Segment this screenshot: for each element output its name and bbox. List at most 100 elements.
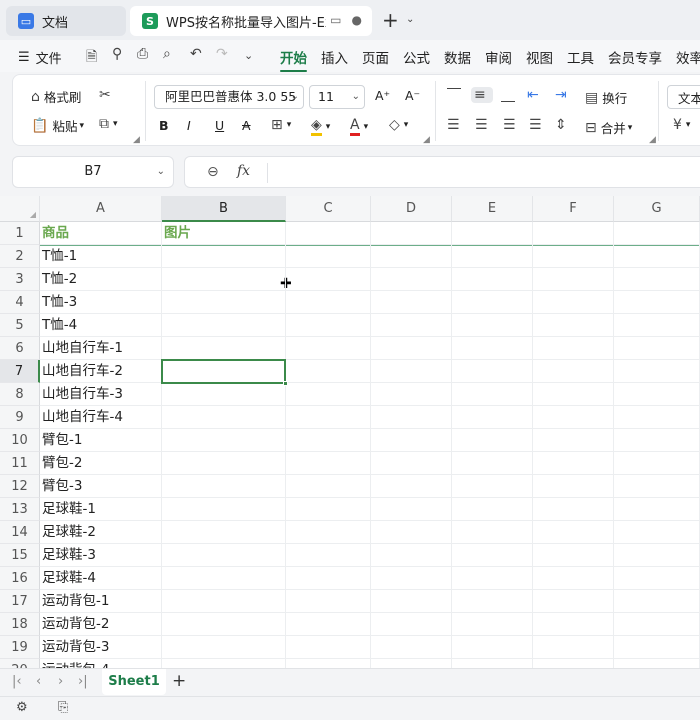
table-cell[interactable]: 图片 <box>162 222 286 245</box>
tab-page[interactable]: 页面 <box>362 47 389 67</box>
table-cell[interactable] <box>371 291 452 314</box>
table-cell[interactable] <box>452 567 533 590</box>
table-cell[interactable] <box>371 521 452 544</box>
table-cell[interactable] <box>614 222 700 245</box>
tab-menu-chevron-down-icon[interactable]: ⌄ <box>406 14 414 25</box>
table-cell[interactable] <box>162 498 286 521</box>
print-preview-icon[interactable]: ⌕ <box>163 46 171 62</box>
table-cell[interactable] <box>371 567 452 590</box>
table-cell[interactable]: 足球鞋-2 <box>40 521 162 544</box>
paste-button[interactable]: 📋 粘贴 ▾ <box>31 116 84 135</box>
quick-access-chevron-down-icon[interactable]: ⌄ <box>244 49 253 62</box>
table-cell[interactable] <box>452 590 533 613</box>
table-cell[interactable] <box>286 222 371 245</box>
table-cell[interactable] <box>614 429 700 452</box>
table-cell[interactable] <box>286 567 371 590</box>
row-header[interactable]: 8 <box>0 383 40 406</box>
clipboard-dialog-launcher-icon[interactable]: ◢ <box>133 135 140 145</box>
tab-efficiency[interactable]: 效率 <box>676 47 700 67</box>
format-painter-button[interactable]: ⌂ 格式刷 <box>31 87 81 106</box>
table-cell[interactable] <box>614 337 700 360</box>
row-header[interactable]: 12 <box>0 475 40 498</box>
undo-icon[interactable]: ↶ <box>190 46 202 62</box>
table-cell[interactable] <box>614 636 700 659</box>
table-cell[interactable] <box>162 475 286 498</box>
table-cell[interactable] <box>371 406 452 429</box>
file-menu[interactable]: 文件 <box>36 48 62 67</box>
row-header[interactable]: 2 <box>0 245 40 268</box>
number-format-select[interactable]: 文本 <box>667 85 700 109</box>
table-cell[interactable] <box>452 268 533 291</box>
table-cell[interactable] <box>533 567 614 590</box>
table-cell[interactable] <box>452 613 533 636</box>
sheet-view-icon[interactable]: ⎘ <box>58 700 68 715</box>
share-icon[interactable]: ⚲ <box>112 46 122 62</box>
table-cell[interactable] <box>286 521 371 544</box>
row-header[interactable]: 3 <box>0 268 40 291</box>
next-sheet-icon[interactable]: › <box>58 674 63 689</box>
row-header[interactable]: 5 <box>0 314 40 337</box>
column-header-f[interactable]: F <box>533 196 614 222</box>
table-cell[interactable] <box>533 452 614 475</box>
table-cell[interactable] <box>533 544 614 567</box>
table-cell[interactable] <box>614 498 700 521</box>
table-cell[interactable] <box>162 268 286 291</box>
monitor-icon[interactable]: ▭ <box>330 13 341 27</box>
table-cell[interactable] <box>371 544 452 567</box>
table-cell[interactable]: 臂包-3 <box>40 475 162 498</box>
name-box[interactable]: B7 ⌄ <box>12 156 174 188</box>
table-cell[interactable] <box>533 659 614 668</box>
sheet-tab-sheet1[interactable]: Sheet1 <box>102 669 166 695</box>
table-cell[interactable] <box>452 406 533 429</box>
table-cell[interactable] <box>371 383 452 406</box>
table-cell[interactable] <box>286 613 371 636</box>
table-cell[interactable] <box>286 429 371 452</box>
column-header-c[interactable]: C <box>286 196 371 222</box>
tab-view[interactable]: 视图 <box>526 47 553 67</box>
table-cell[interactable] <box>452 383 533 406</box>
table-cell[interactable] <box>614 521 700 544</box>
table-cell[interactable] <box>162 291 286 314</box>
align-right-button[interactable]: ☰ <box>503 117 520 133</box>
align-top-button[interactable]: ⎺ <box>447 87 465 103</box>
table-cell[interactable] <box>286 291 371 314</box>
table-cell[interactable] <box>614 383 700 406</box>
table-cell[interactable] <box>286 590 371 613</box>
justify-button[interactable]: ☰ <box>529 117 546 133</box>
table-cell[interactable]: 臂包-2 <box>40 452 162 475</box>
table-cell[interactable]: 运动背包-4 <box>40 659 162 668</box>
table-cell[interactable] <box>371 590 452 613</box>
table-cell[interactable] <box>162 521 286 544</box>
row-header[interactable]: 17 <box>0 590 40 613</box>
strikethrough-button[interactable]: A <box>242 118 251 133</box>
row-header[interactable]: 10 <box>0 429 40 452</box>
row-header[interactable]: 20 <box>0 659 40 668</box>
table-cell[interactable] <box>533 429 614 452</box>
table-cell[interactable] <box>533 360 614 383</box>
align-bottom-button[interactable]: ⎽ <box>501 87 519 103</box>
table-cell[interactable] <box>452 429 533 452</box>
table-cell[interactable]: 山地自行车-1 <box>40 337 162 360</box>
table-cell[interactable] <box>614 268 700 291</box>
table-cell[interactable] <box>162 659 286 668</box>
tab-review[interactable]: 审阅 <box>485 47 512 67</box>
distributed-button[interactable]: ⇕ <box>555 117 571 133</box>
tab-tools[interactable]: 工具 <box>567 47 594 67</box>
row-header[interactable]: 13 <box>0 498 40 521</box>
table-cell[interactable] <box>533 521 614 544</box>
table-cell[interactable] <box>452 475 533 498</box>
table-cell[interactable] <box>614 245 700 268</box>
alignment-dialog-launcher-icon[interactable]: ◢ <box>649 135 656 145</box>
table-cell[interactable]: 运动背包-3 <box>40 636 162 659</box>
tab-insert[interactable]: 插入 <box>321 47 348 67</box>
table-cell[interactable] <box>533 636 614 659</box>
column-header-g[interactable]: G <box>614 196 700 222</box>
table-cell[interactable] <box>162 245 286 268</box>
row-header[interactable]: 14 <box>0 521 40 544</box>
table-cell[interactable]: T恤-2 <box>40 268 162 291</box>
last-sheet-icon[interactable]: ›| <box>78 674 88 689</box>
row-header[interactable]: 11 <box>0 452 40 475</box>
table-cell[interactable]: 足球鞋-3 <box>40 544 162 567</box>
table-cell[interactable] <box>452 314 533 337</box>
first-sheet-icon[interactable]: |‹ <box>12 674 22 689</box>
